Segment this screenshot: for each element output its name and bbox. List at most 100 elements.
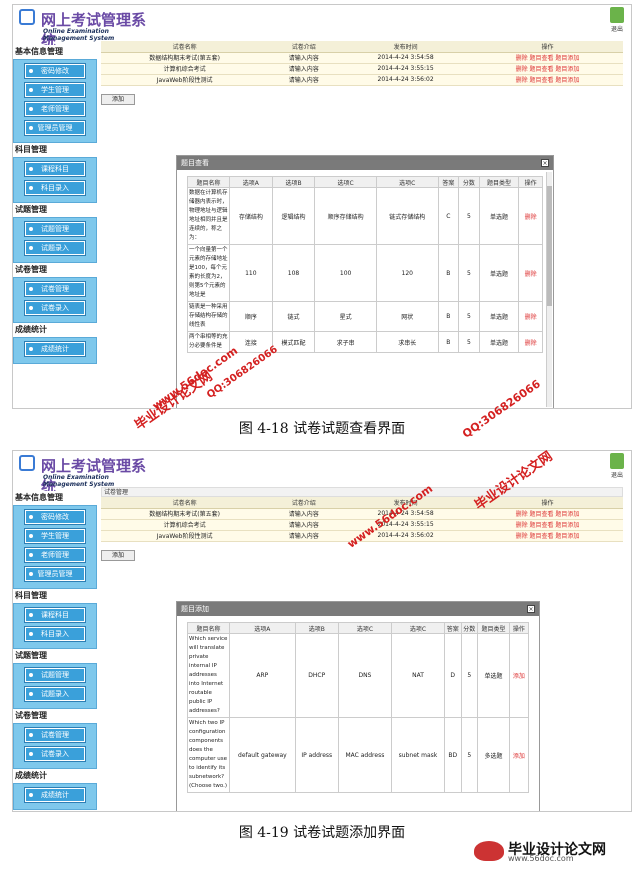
table-cell: D [443,633,462,718]
table-cell: 存储结构 [229,187,273,245]
close-icon[interactable]: × [541,159,549,167]
exam-list-table: 试卷名称 试卷介绍 发布时间 操作 数据结构期末考试(第五套) 请输入内容 2014-4-2… [101,41,623,86]
column-header: 试卷介绍 [268,497,340,509]
table-cell: 请输入内容 [268,74,340,86]
sidebar-item-label: 试卷管理 [41,285,69,293]
row-action-link[interactable]: 删除 [518,244,543,302]
row-actions[interactable]: 删除 题目查看 题目添加 [471,508,623,520]
table-cell: default gateway [229,717,296,793]
sidebar-item[interactable]: 试题录入 [24,686,86,702]
sidebar-item[interactable]: 试题管理 [24,221,86,237]
bullet-icon [29,186,33,190]
sidebar-item[interactable]: 试卷管理 [24,727,86,743]
sidebar-item[interactable]: 试卷管理 [24,281,86,297]
row-action-link[interactable]: 添加 [508,633,530,718]
table-row: 一个向量第一个元素的存储地址是100，每个元素的长度为2，则第5个元素的地址是 1… [187,244,543,302]
column-header: 题目类型 [477,622,510,634]
sidebar-item[interactable]: 试题录入 [24,240,86,256]
add-exam-button[interactable]: 添加 [101,549,135,561]
sidebar-item-label: 学生管理 [41,86,69,94]
figure-caption-4-18: 图 4-18 试卷试题查看界面 [238,421,406,437]
sidebar-item-label: 课程科目 [41,165,69,173]
bullet-icon [29,553,33,557]
table-cell: 一个向量第一个元素的存储地址是100，每个元素的长度为2，则第5个元素的地址是 [187,244,230,302]
row-actions[interactable]: 删除 题目查看 题目添加 [471,519,623,531]
logout-button[interactable]: 退出 [607,453,627,483]
table-cell: 120 [375,244,439,302]
row-actions[interactable]: 删除 题目查看 题目添加 [471,52,623,64]
table-cell: 网状 [375,301,439,332]
bullet-icon [29,126,33,130]
sidebar-item-label: 密码修改 [41,67,69,75]
row-action-link[interactable]: 添加 [508,717,530,793]
column-header: 选项A [229,176,273,188]
table-cell: 单选题 [477,633,510,718]
dialog-title: 题目添加 [181,605,209,613]
bullet-icon [29,246,33,250]
sidebar-item[interactable]: 试卷录入 [24,746,86,762]
sidebar-item[interactable]: 学生管理 [24,82,86,98]
app-logo-icon [19,455,35,471]
app-logo: 网上考试管理系统 Online Examination Management S… [19,9,153,50]
logout-label: 退出 [610,26,623,33]
sidebar-item[interactable]: 成绩统计 [24,341,86,357]
sidebar-group: 试题管理 试题录入 [13,217,97,263]
sidebar-item-label: 密码修改 [41,513,69,521]
sidebar-item[interactable]: 课程科目 [24,161,86,177]
table-cell: IP address [294,717,339,793]
sidebar-item[interactable]: 科目录入 [24,626,86,642]
sidebar-item[interactable]: 管理员管理 [24,120,86,136]
row-actions[interactable]: 删除 题目查看 题目添加 [471,63,623,75]
table-cell: NAT [391,633,445,718]
sidebar-item-label: 成绩统计 [41,791,69,799]
app-logo-icon [19,9,35,25]
dialog-body: 题目名称 选项A 选项B 选项C 选项C 答案 分数 题目类型 操作 Which service … [177,616,539,793]
add-exam-button[interactable]: 添加 [101,93,135,105]
table-cell: 2014-4-24 3:54:58 [339,52,472,64]
table-cell: 100 [314,244,377,302]
bullet-icon [29,534,33,538]
close-icon[interactable]: × [527,605,535,613]
bullet-icon [29,167,33,171]
table-cell: 顺序存储结构 [314,187,377,245]
bullet-icon [29,347,33,351]
sidebar-item-label: 试题管理 [41,671,69,679]
sidebar-group-label: 科目管理 [15,591,47,600]
sidebar-group-label: 试卷管理 [15,265,47,274]
sidebar-item[interactable]: 课程科目 [24,607,86,623]
table-cell: 请输入内容 [268,63,340,75]
table-cell: 单选题 [478,187,520,245]
row-action-link[interactable]: 删除 [518,331,543,353]
table-cell: 链式存储结构 [375,187,439,245]
sidebar-item[interactable]: 管理员管理 [24,566,86,582]
scrollbar-thumb[interactable] [547,186,552,306]
bullet-icon [29,69,33,73]
table-cell: 计算机综合考试 [101,63,269,75]
sidebar-item[interactable]: 试卷录入 [24,300,86,316]
sidebar-item[interactable]: 老师管理 [24,101,86,117]
sidebar-group: 密码修改学生管理老师管理管理员管理 [13,59,97,143]
row-action-link[interactable]: 删除 [518,187,543,245]
sidebar-item-label: 课程科目 [41,611,69,619]
sidebar-group: 密码修改学生管理老师管理管理员管理 [13,505,97,589]
row-action-link[interactable]: 删除 [518,301,543,332]
table-cell: JavaWeb阶段性测试 [101,74,269,86]
column-header: 题目名称 [187,176,230,188]
sidebar-group-label: 试题管理 [15,205,47,214]
column-header: 答案 [443,622,462,634]
sidebar-item[interactable]: 科目录入 [24,180,86,196]
logout-button[interactable]: 退出 [607,7,627,37]
row-actions[interactable]: 删除 题目查看 题目添加 [471,530,623,542]
sidebar-item[interactable]: 密码修改 [24,63,86,79]
bullet-icon [29,287,33,291]
sidebar-item[interactable]: 成绩统计 [24,787,86,803]
footer-brand: 毕业设计论文网 www.56doc.com [474,839,634,863]
dialog-scrollbar[interactable] [546,172,552,407]
sidebar-item[interactable]: 密码修改 [24,509,86,525]
sidebar-item[interactable]: 老师管理 [24,547,86,563]
sidebar-item[interactable]: 学生管理 [24,528,86,544]
column-header: 选项C [391,622,445,634]
bullet-icon [29,733,33,737]
sidebar-item[interactable]: 试题管理 [24,667,86,683]
row-actions[interactable]: 删除 题目查看 题目添加 [471,74,623,86]
